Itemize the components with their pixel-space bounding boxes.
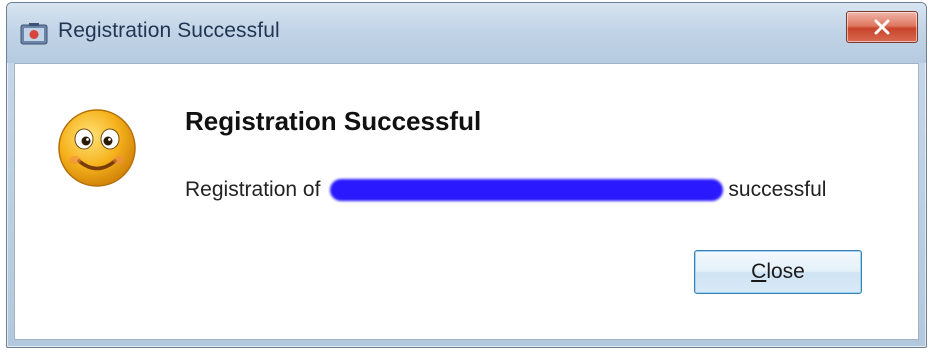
dialog-message: Registration of successful (185, 178, 826, 202)
smiley-face-icon (58, 109, 136, 187)
app-icon (20, 23, 48, 45)
window-title: Registration Successful (58, 19, 280, 42)
title-bar[interactable]: Registration Successful (7, 3, 926, 63)
close-button-label: lose (766, 260, 805, 283)
window-close-button[interactable] (846, 11, 918, 43)
redacted-value (330, 179, 724, 201)
dialog-body: Registration Successful Registration of … (14, 63, 919, 340)
message-suffix: successful (728, 178, 827, 201)
dialog-window: Registration Successful Registration Suc… (6, 2, 927, 348)
close-button[interactable]: Close (694, 250, 862, 294)
close-button-mnemonic: C (751, 260, 767, 283)
message-prefix: Registration of (185, 178, 321, 201)
dialog-heading: Registration Successful (185, 106, 482, 136)
close-icon (874, 19, 890, 35)
